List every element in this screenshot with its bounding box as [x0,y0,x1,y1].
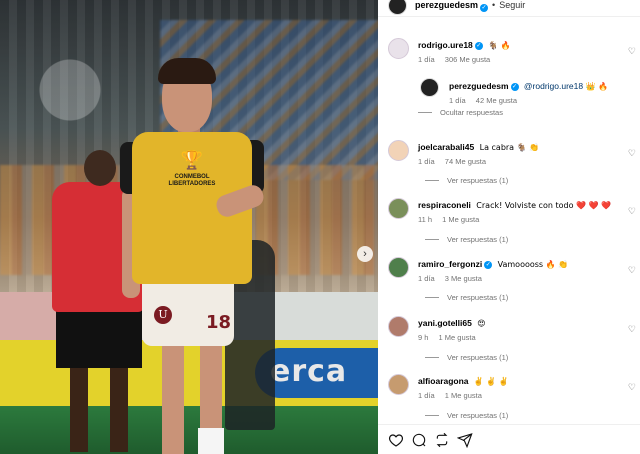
repost-icon[interactable] [434,432,450,448]
separator: • [492,0,496,10]
comment-username[interactable]: yani.gotelli65 [418,318,472,328]
comments-panel: perezguedesm ✓ • Seguir rodrigo.ure18 ✓ 🐐… [378,0,640,454]
like-heart-icon[interactable]: ♡ [628,46,636,57]
comment-likes[interactable]: 74 Me gusta [445,157,486,166]
view-replies-button[interactable]: Ver respuestas (1) [425,176,508,185]
reply-time: 1 día [449,96,466,105]
like-heart-icon[interactable]: ♡ [628,382,636,393]
comment-time: 1 día [418,391,435,400]
post-header: perezguedesm ✓ • Seguir [378,0,640,17]
comment-text: Vamooooss 🔥 👏 [497,260,569,269]
comment-username[interactable]: ramiro_fergonzi [418,259,482,269]
comment-username[interactable]: rodrigo.ure18 [418,40,473,50]
trophy-icon: 🏆 [180,150,204,170]
comment-avatar[interactable] [388,257,409,278]
view-replies-button[interactable]: Ver respuestas (1) [425,353,508,362]
comment-text: La cabra 🐐 👏 [479,143,540,152]
post-photo[interactable]: erca U 18 🏆 CONMEBOL LIBERTADORES › [0,0,378,454]
action-bar [378,424,640,454]
comment-likes[interactable]: 306 Me gusta [445,55,490,64]
shorts-number: 18 [206,312,232,333]
comment-username[interactable]: respiraconeli [418,200,471,210]
reply-likes[interactable]: 42 Me gusta [476,96,517,105]
author-username[interactable]: perezguedesm [415,0,478,10]
reply-mention[interactable]: @rodrigo.ure18 [524,81,583,91]
bib-badge: CONMEBOL LIBERTADORES [168,174,216,187]
comment-avatar[interactable] [388,198,409,219]
comment-avatar[interactable] [388,38,409,59]
like-heart-icon[interactable]: ♡ [628,324,636,335]
verified-icon: ✓ [474,42,483,50]
view-replies-button[interactable]: Ver respuestas (1) [425,235,508,244]
comment-time: 11 h [418,215,433,224]
comment-avatar[interactable] [388,140,409,161]
comment-time: 1 día [418,157,435,166]
reply-text: 👑 🔥 [585,82,608,91]
comment-avatar[interactable] [388,374,409,395]
verified-icon: ✓ [484,261,493,269]
verified-icon: ✓ [480,4,489,12]
comment-likes[interactable]: 1 Me gusta [445,391,482,400]
comment-likes[interactable]: 1 Me gusta [442,215,479,224]
comment-text: 😍 [477,319,486,328]
comment-icon[interactable] [411,432,427,448]
verified-icon: ✓ [510,83,519,91]
comment-text: ✌️ ✌️ ✌️ [473,377,509,386]
reply-username[interactable]: perezguedesm [449,81,509,91]
view-replies-button[interactable]: Ver respuestas (1) [425,411,508,420]
like-heart-icon[interactable]: ♡ [628,265,636,276]
comment-username[interactable]: joelcarabali45 [418,142,474,152]
like-heart-icon[interactable]: ♡ [628,148,636,159]
club-crest: U [154,306,172,324]
comment-likes[interactable]: 1 Me gusta [439,333,476,342]
follow-button[interactable]: Seguir [499,0,525,10]
comment-time: 9 h [418,333,429,342]
comment-likes[interactable]: 3 Me gusta [445,274,482,283]
view-replies-button[interactable]: Ver respuestas (1) [425,293,508,302]
reply-avatar[interactable] [420,78,439,97]
next-image-button[interactable]: › [357,246,373,262]
main-player: U 18 🏆 CONMEBOL LIBERTADORES [120,58,270,454]
comment-text: Crack! Volviste con todo ❤️ ❤️ ❤️ [476,201,611,210]
comment-avatar[interactable] [388,316,409,337]
ad-text: erca [270,354,348,389]
comment-text: 🐐 🔥 [488,41,511,50]
heart-icon[interactable] [388,432,404,448]
comment-username[interactable]: alfioaragona [418,376,469,386]
comment-time: 1 día [418,274,435,283]
hide-replies-button[interactable]: Ocultar respuestas [418,108,503,117]
like-heart-icon[interactable]: ♡ [628,206,636,217]
comment-time: 1 día [418,55,435,64]
share-icon[interactable] [456,432,473,448]
author-avatar[interactable] [388,0,407,15]
